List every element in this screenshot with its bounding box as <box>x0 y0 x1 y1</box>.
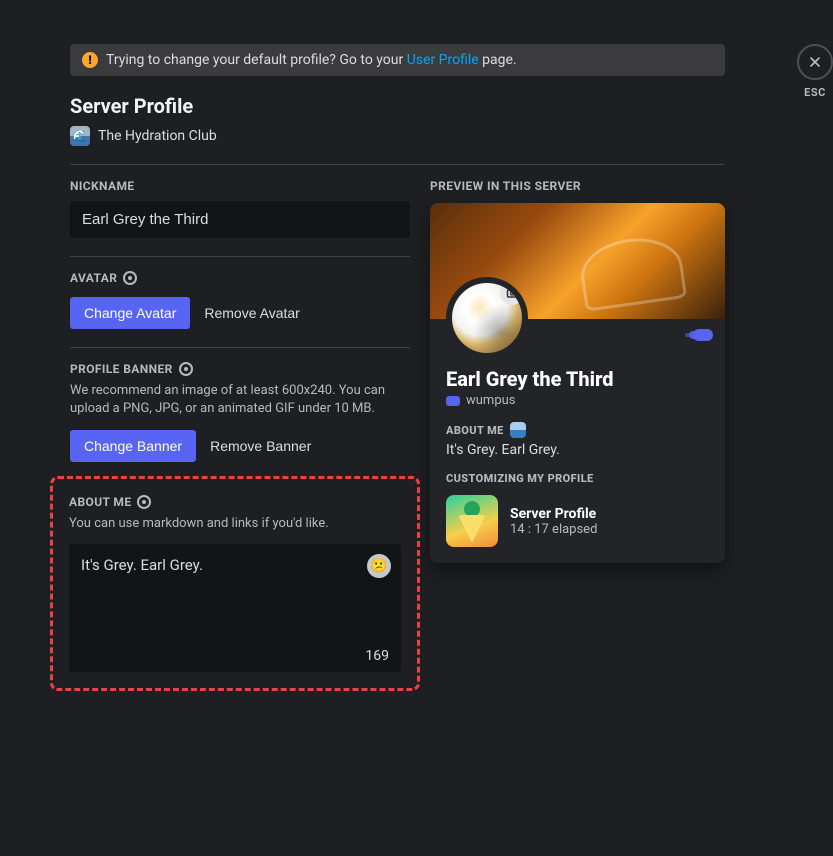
close-button[interactable] <box>797 44 833 80</box>
user-profile-link[interactable]: User Profile <box>407 52 479 68</box>
banner-help: We recommend an image of at least 600x24… <box>70 382 410 418</box>
notice-post: page. <box>479 52 517 68</box>
bot-icon <box>446 396 460 406</box>
change-avatar-button[interactable]: Change Avatar <box>70 297 190 329</box>
activity-title: Server Profile <box>510 506 597 522</box>
preview-label: PREVIEW IN THIS SERVER <box>430 179 725 193</box>
page-title: Server Profile <box>70 94 725 118</box>
warning-icon: ! <box>82 52 98 68</box>
change-banner-button[interactable]: Change Banner <box>70 430 196 462</box>
emoji-picker-icon[interactable]: 😕 <box>367 554 391 578</box>
nickname-input[interactable] <box>70 201 410 238</box>
nickname-label: NICKNAME <box>70 179 410 193</box>
about-help: You can use markdown and links if you'd … <box>69 515 401 533</box>
preview-banner[interactable] <box>430 203 725 319</box>
remove-avatar-button[interactable]: Remove Avatar <box>204 305 299 321</box>
about-input[interactable]: It's Grey. Earl Grey. 😕 169 <box>69 544 401 672</box>
notice-pre: Trying to change your default profile? G… <box>106 52 407 68</box>
nitro-boost-icon <box>693 329 713 341</box>
nitro-icon <box>137 495 151 509</box>
activity-time: 14 : 17 elapsed <box>510 522 597 537</box>
preview-username: wumpus <box>466 393 516 408</box>
remove-banner-button[interactable]: Remove Banner <box>210 438 311 454</box>
preview-about-label: ABOUT ME <box>446 424 504 437</box>
notice-text: Trying to change your default profile? G… <box>106 52 517 68</box>
divider <box>70 164 725 165</box>
about-label: ABOUT ME <box>69 495 131 509</box>
activity-heading: CUSTOMIZING MY PROFILE <box>446 472 709 485</box>
divider <box>70 347 410 348</box>
preview-about-value: It's Grey. Earl Grey. <box>446 442 709 458</box>
esc-label: ESC <box>804 86 826 99</box>
nitro-icon <box>179 362 193 376</box>
char-count: 169 <box>81 648 389 664</box>
avatar-label: AVATAR <box>70 271 117 285</box>
about-me-highlight: ABOUT ME You can use markdown and links … <box>50 476 420 690</box>
about-text: It's Grey. Earl Grey. <box>81 556 389 648</box>
divider <box>70 256 410 257</box>
server-name: The Hydration Club <box>98 128 217 144</box>
banner-label: PROFILE BANNER <box>70 362 173 376</box>
preview-display-name: Earl Grey the Third <box>446 367 709 391</box>
server-icon: 🌊 <box>70 126 90 146</box>
nitro-icon <box>123 271 137 285</box>
activity-icon <box>446 495 498 547</box>
upload-image-icon[interactable] <box>500 281 524 305</box>
preview-card: Earl Grey the Third wumpus ABOUT ME It's… <box>430 203 725 563</box>
wave-icon <box>510 422 526 438</box>
notice-bar: ! Trying to change your default profile?… <box>70 44 725 76</box>
